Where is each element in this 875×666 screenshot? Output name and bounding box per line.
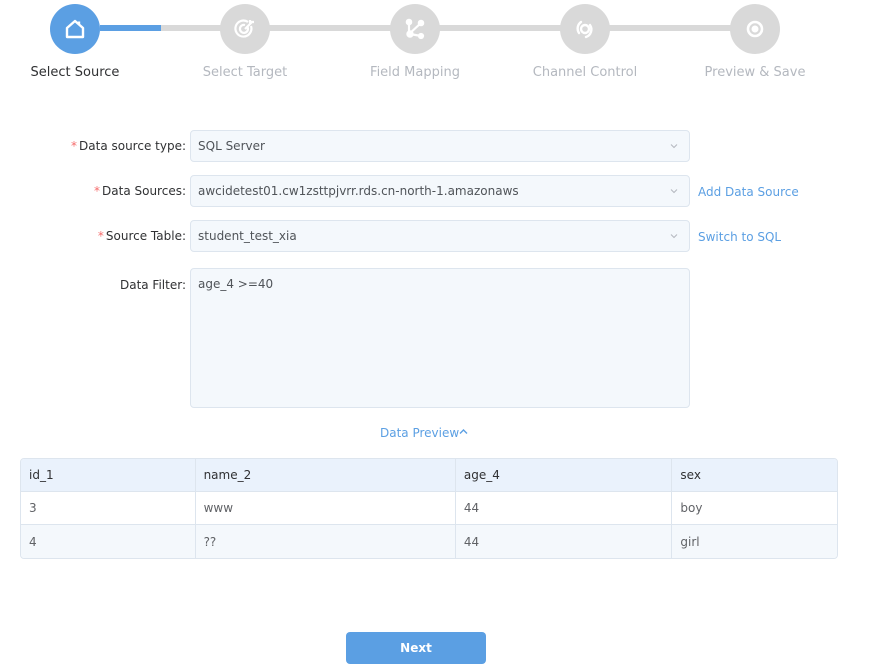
table-cell: 44: [455, 492, 673, 525]
data-filter-input[interactable]: age_4 >=40: [190, 268, 690, 408]
data-filter-label: Data Filter:: [119, 278, 186, 292]
table-row: 4 ?? 44 girl: [21, 525, 837, 558]
column-header: name_2: [195, 459, 456, 492]
source-table-select[interactable]: student_test_xia: [190, 220, 690, 252]
eye-icon: [730, 4, 780, 54]
data-sources-select[interactable]: awcidetest01.cw1zsttpjvrr.rds.cn-north-1…: [190, 175, 690, 207]
step-select-target[interactable]: Select Target: [160, 4, 330, 80]
data-sources-label: * Data Sources:: [94, 184, 186, 198]
table-cell: 44: [455, 525, 673, 558]
step-label: Preview & Save: [704, 65, 806, 80]
step-channel-control[interactable]: Channel Control: [500, 4, 670, 80]
data-preview-label: Data Preview: [380, 426, 460, 440]
home-icon: [50, 4, 100, 54]
source-type-label: * Data source type:: [71, 139, 186, 153]
required-mark: *: [94, 184, 101, 198]
step-select-source[interactable]: Select Source: [0, 4, 160, 80]
loading-ring-icon: [560, 4, 610, 54]
required-mark: *: [71, 139, 78, 153]
step-label: Channel Control: [532, 65, 638, 80]
step-label: Field Mapping: [370, 65, 460, 80]
step-preview-save[interactable]: Preview & Save: [670, 4, 840, 80]
column-header: age_4: [455, 459, 673, 492]
step-label: Select Target: [202, 65, 288, 80]
table-cell: boy: [672, 492, 837, 525]
chevron-down-icon: [670, 234, 678, 239]
next-button[interactable]: Next: [346, 632, 486, 664]
chevron-down-icon: [670, 144, 678, 149]
table-row: 3 www 44 boy: [21, 492, 837, 525]
table-cell: ??: [195, 525, 456, 558]
add-data-source-link[interactable]: Add Data Source: [698, 185, 799, 199]
share-nodes-icon: [390, 4, 440, 54]
data-sources-value: awcidetest01.cw1zsttpjvrr.rds.cn-north-1…: [198, 184, 519, 198]
step-label: Select Source: [30, 65, 120, 80]
wizard-steps: Select Source Select Target Field Mappin…: [0, 0, 875, 90]
table-cell: girl: [672, 525, 837, 558]
data-preview-table: id_1 name_2 age_4 sex 3 www 44 boy 4 ?? …: [20, 458, 838, 559]
table-header-row: id_1 name_2 age_4 sex: [21, 459, 837, 492]
table-cell: 3: [21, 492, 196, 525]
switch-to-sql-link[interactable]: Switch to SQL: [698, 230, 781, 244]
table-cell: www: [195, 492, 456, 525]
column-header: sex: [672, 459, 837, 492]
source-table-value: student_test_xia: [198, 229, 297, 243]
required-mark: *: [97, 229, 104, 243]
source-table-label: * Source Table:: [97, 229, 186, 243]
source-type-value: SQL Server: [198, 139, 265, 153]
target-icon: [220, 4, 270, 54]
chevron-down-icon: [670, 189, 678, 194]
step-field-mapping[interactable]: Field Mapping: [330, 4, 500, 80]
column-header: id_1: [21, 459, 196, 492]
source-type-select[interactable]: SQL Server: [190, 130, 690, 162]
table-cell: 4: [21, 525, 196, 558]
chevron-up-icon: [459, 429, 468, 434]
data-preview-toggle[interactable]: Data Preview: [380, 426, 468, 440]
